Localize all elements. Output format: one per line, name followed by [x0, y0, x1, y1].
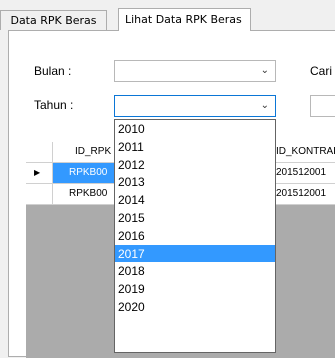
dropdown-option-2019[interactable]: 2019: [115, 280, 275, 298]
tahun-combobox[interactable]: ⌄: [114, 95, 276, 117]
dropdown-option-2017[interactable]: 2017: [115, 244, 275, 263]
cell-id-kontrak[interactable]: 201512001: [276, 184, 335, 204]
tahun-label: Tahun :: [34, 98, 74, 112]
dropdown-option-2013[interactable]: 2013: [115, 173, 275, 191]
dropdown-option-2014[interactable]: 2014: [115, 191, 275, 209]
cari-input[interactable]: [310, 95, 335, 117]
dropdown-option-2018[interactable]: 2018: [115, 262, 275, 280]
tab-data-rpk-beras[interactable]: Data RPK Beras: [0, 10, 107, 30]
cell-id-kontrak[interactable]: 201512001: [276, 163, 335, 183]
cari-label: Cari: [310, 64, 333, 78]
dropdown-option-2020[interactable]: 2020: [115, 298, 275, 316]
tab-lihat-data-rpk-beras[interactable]: Lihat Data RPK Beras: [118, 8, 251, 31]
bulan-combobox[interactable]: ⌄: [114, 60, 276, 82]
row-header-corner: [26, 142, 53, 162]
chevron-down-icon: ⌄: [260, 65, 269, 76]
row-header[interactable]: [26, 184, 53, 204]
dropdown-option-2016[interactable]: 2016: [115, 227, 275, 245]
bulan-label: Bulan :: [34, 64, 72, 78]
tahun-dropdown-list[interactable]: 2010 2011 2012 2013 2014 2015 2016 2017 …: [114, 119, 276, 353]
current-row-icon: ▶: [34, 168, 41, 177]
dropdown-option-2015[interactable]: 2015: [115, 209, 275, 227]
row-header[interactable]: ▶: [26, 163, 53, 183]
dropdown-option-2012[interactable]: 2012: [115, 156, 275, 174]
column-header-id-kontrak[interactable]: ID_KONTRAK: [276, 142, 335, 162]
chevron-down-icon: ⌄: [260, 100, 269, 111]
dropdown-option-2011[interactable]: 2011: [115, 138, 275, 156]
dropdown-option-2010[interactable]: 2010: [115, 120, 275, 138]
